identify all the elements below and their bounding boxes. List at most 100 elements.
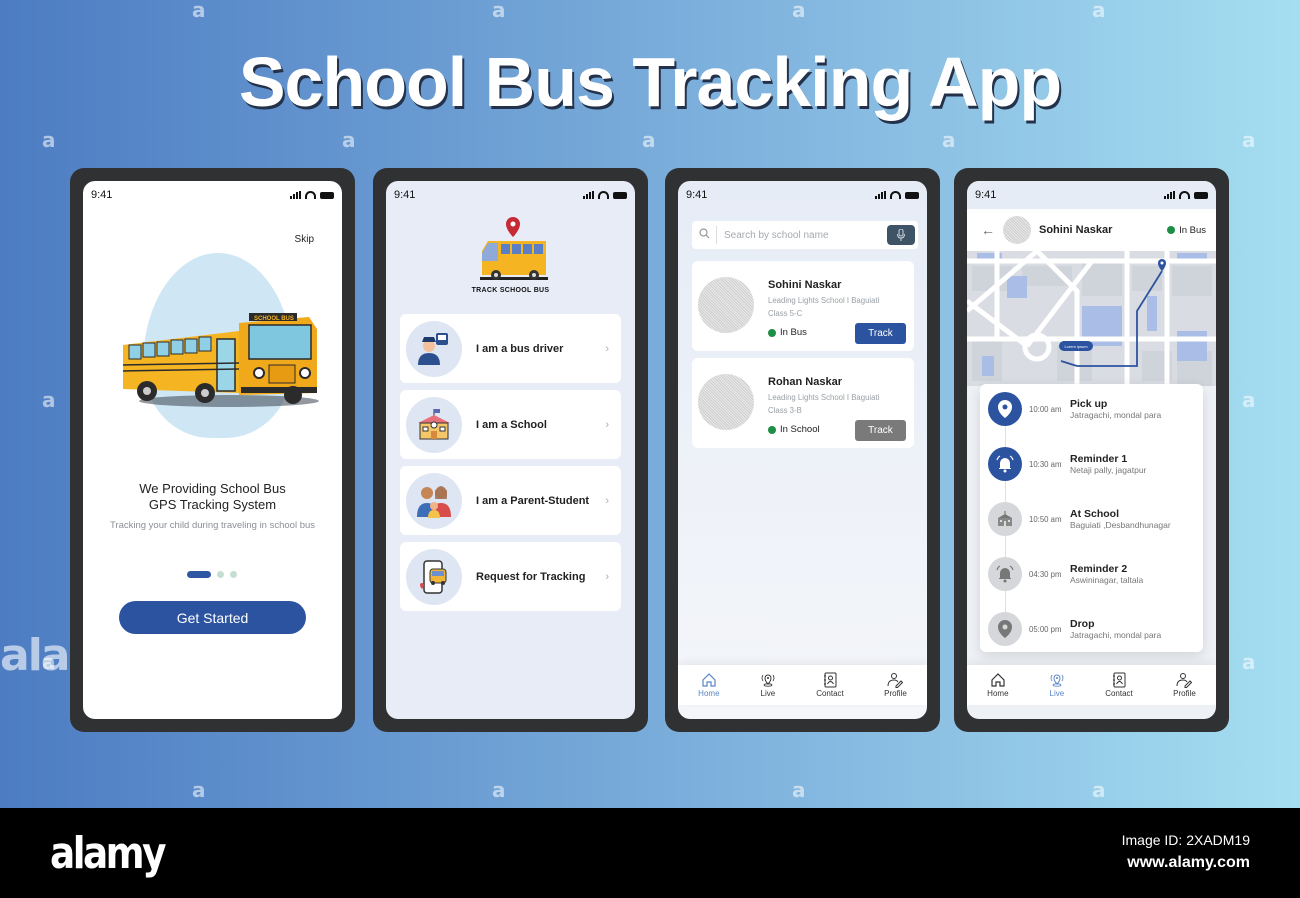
timeline-event[interactable]: 05:00 pm Drop Jatragachi, mondal para <box>988 612 1161 646</box>
signal-icon <box>290 191 301 199</box>
student-list-screen: 9:41 Search by school name Sohini Naskar… <box>678 181 927 719</box>
search-input[interactable]: Search by school name <box>717 230 887 241</box>
stock-footer: alamy Image ID: 2XADM19 www.alamy.com <box>0 808 1300 898</box>
wifi-icon <box>890 191 901 199</box>
chevron-right-icon: › <box>605 342 609 355</box>
watermark: a <box>342 128 356 152</box>
microphone-button[interactable] <box>887 225 915 245</box>
watermark: a <box>1242 388 1256 412</box>
status-bar: 9:41 <box>386 181 635 209</box>
school-icon <box>988 502 1022 536</box>
timeline-event[interactable]: 10:50 am At School Baguiati ,Desbandhunag… <box>988 502 1171 536</box>
search-icon <box>692 228 716 242</box>
page-indicator[interactable] <box>187 571 237 578</box>
skip-button[interactable]: Skip <box>295 234 314 245</box>
route-map[interactable]: Lorem ipsum <box>967 251 1216 386</box>
timeline-event[interactable]: 10:00 am Pick up Jatragachi, mondal para <box>988 392 1161 426</box>
role-option-bus-driver[interactable]: I am a bus driver › <box>400 314 621 383</box>
bus-sign-text: SCHOOL BUS <box>254 316 294 322</box>
wifi-icon <box>305 191 316 199</box>
status-bar: 9:41 <box>83 181 342 209</box>
phone-student-list: 9:41 Search by school name Sohini Naskar… <box>665 168 940 732</box>
nav-item-contact[interactable]: Contact <box>1105 672 1133 698</box>
bus-driver-icon <box>406 320 462 377</box>
watermark: a <box>1092 0 1106 22</box>
watermark: a <box>1242 650 1256 674</box>
bottom-nav: Home Live Contact Profile <box>678 665 927 705</box>
map-pin-icon <box>988 392 1022 426</box>
nav-item-live[interactable]: Live <box>1049 672 1065 698</box>
search-bar[interactable]: Search by school name <box>692 221 918 249</box>
status-bar: 9:41 <box>967 181 1216 209</box>
status-time: 9:41 <box>91 189 113 201</box>
student-class: Class 3-B <box>768 406 802 415</box>
nav-item-home[interactable]: Home <box>987 672 1009 698</box>
live-location-icon <box>761 674 775 687</box>
nav-item-contact[interactable]: Contact <box>816 672 844 698</box>
track-button[interactable]: Track <box>855 323 906 344</box>
trip-timeline: 10:00 am Pick up Jatragachi, mondal para … <box>980 384 1203 652</box>
student-card[interactable]: Rohan Naskar Leading Lights School I Bag… <box>692 358 914 448</box>
profile-edit-icon <box>887 673 904 688</box>
watermark: a <box>192 0 206 22</box>
timeline-event[interactable]: 04:30 pm Reminder 2 Aswininagar, taltala <box>988 557 1143 591</box>
tracking-header: ← Sohini Naskar In Bus <box>967 209 1216 251</box>
student-status: In Bus <box>1167 225 1206 236</box>
status-dot-icon <box>1167 226 1176 234</box>
chevron-right-icon: › <box>605 418 609 431</box>
student-name: Sohini Naskar <box>1039 224 1113 236</box>
nav-item-profile[interactable]: Profile <box>1173 672 1196 698</box>
watermark: a <box>492 778 506 802</box>
timeline-event[interactable]: 10:30 am Reminder 1 Netaji pally, jagatpu… <box>988 447 1146 481</box>
student-avatar <box>698 277 754 333</box>
track-button[interactable]: Track <box>855 420 906 441</box>
watermark: a <box>1242 128 1256 152</box>
watermark: a <box>192 778 206 802</box>
student-status: In Bus <box>768 327 807 338</box>
student-school: Leading Lights School I Baguiati <box>768 393 880 402</box>
contact-book-icon <box>823 672 837 688</box>
role-option-parent-student[interactable]: I am a Parent-Student › <box>400 466 621 535</box>
status-dot-icon <box>768 328 776 337</box>
status-dot-icon <box>768 425 776 434</box>
student-name: Sohini Naskar <box>768 279 842 291</box>
page-dot[interactable] <box>217 571 224 578</box>
back-arrow-icon[interactable]: ← <box>981 222 995 238</box>
bell-icon <box>988 557 1022 591</box>
signal-icon <box>875 191 886 199</box>
get-started-button[interactable]: Get Started <box>119 601 306 634</box>
role-option-school[interactable]: I am a School › <box>400 390 621 459</box>
battery-icon <box>613 191 627 199</box>
battery-icon <box>1194 191 1208 199</box>
onboarding-headline: We Providing School Bus GPS Tracking Sys… <box>139 481 286 512</box>
status-bar: 9:41 <box>678 181 927 209</box>
watermark: a <box>1092 778 1106 802</box>
battery-icon <box>905 191 919 199</box>
site-url[interactable]: www.alamy.com <box>1127 854 1250 872</box>
nav-item-profile[interactable]: Profile <box>884 672 907 698</box>
family-icon <box>406 472 462 529</box>
role-label: I am a School <box>476 418 547 431</box>
live-location-icon <box>1050 674 1064 687</box>
chevron-right-icon: › <box>605 570 609 583</box>
bottom-nav: Home Live Contact Profile <box>967 665 1216 705</box>
signal-icon <box>1164 191 1175 199</box>
logo-text: TRACK SCHOOL BUS <box>471 287 550 294</box>
promo-banner: a a a a a a a a a a a a a a a a a alamy … <box>0 0 1300 808</box>
student-card[interactable]: Sohini Naskar Leading Lights School I Ba… <box>692 261 914 351</box>
nav-item-live[interactable]: Live <box>760 672 776 698</box>
student-name: Rohan Naskar <box>768 376 842 388</box>
onboarding-subtitle: Tracking your child during traveling in … <box>109 520 316 531</box>
role-label: I am a bus driver <box>476 342 564 355</box>
role-option-request-tracking[interactable]: Request for Tracking › <box>400 542 621 611</box>
page-dot-active[interactable] <box>187 571 211 578</box>
contact-book-icon <box>1112 672 1126 688</box>
nav-item-home[interactable]: Home <box>698 672 720 698</box>
page-dot[interactable] <box>230 571 237 578</box>
track-school-bus-logo-icon <box>480 217 548 280</box>
student-status: In School <box>768 424 820 435</box>
student-avatar <box>1003 216 1031 244</box>
live-tracking-screen: 9:41 ← Sohini Naskar In Bus Lorem ipsum … <box>967 181 1216 719</box>
watermark: a <box>492 0 506 22</box>
home-icon <box>702 673 716 687</box>
